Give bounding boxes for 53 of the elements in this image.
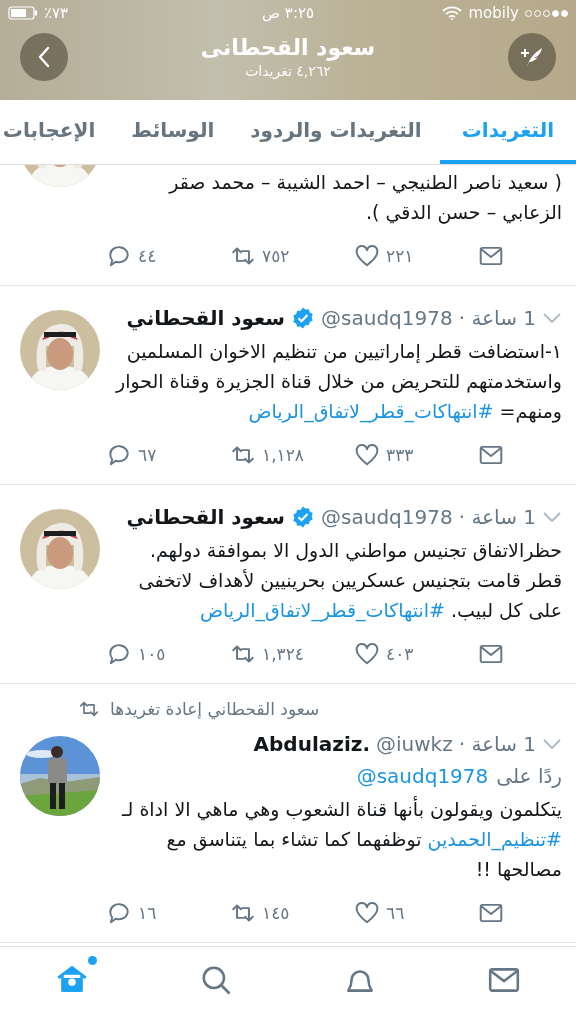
like-button[interactable]: ٣٣٣ [354, 442, 478, 468]
user-handle: @saudq1978 [321, 306, 453, 330]
carrier-name: mobily [468, 4, 519, 22]
user-name: سعود القحطاني [126, 306, 286, 330]
back-button[interactable] [20, 33, 68, 81]
battery-percentage: ٪٧٣ [44, 4, 69, 22]
retweet-button[interactable]: ١٤٥ [230, 900, 354, 926]
mention-link[interactable]: @saudq1978 [356, 764, 489, 788]
tweet-text: يتكلمون ويقولون بأنها قناة الشعوب وهي ماهي الا اداة لـ #تنظيم_الحمدين توظفهما كما تشاء بما يتناسق مع مصالحها !! [120, 795, 562, 883]
like-button[interactable]: ٤٠٣ [354, 641, 478, 667]
heart-icon [354, 243, 380, 269]
retweet-button[interactable]: ٧٥٢ [230, 243, 354, 269]
tweet-text: ١-استضافت قطر إماراتيين من تنظيم الاخوان المسلمين واستخدمتهم للتحريض من خلال قناة الجزيرة وقناة الحوار ومنهم= #انتهاكات_قطر_لاتفاق_الرياض [114, 339, 562, 425]
user-name: سعود القحطاني [126, 505, 286, 529]
heart-icon [354, 442, 380, 468]
reply-button[interactable]: ١٦ [106, 900, 230, 926]
timestamp: 1 ساعة · [458, 505, 536, 529]
tweet-count: ٤,٢٦٢ تغريدات [245, 62, 331, 80]
reply-button[interactable]: ٦٧ [106, 442, 230, 468]
reply-icon [106, 641, 132, 667]
user-handle: @iuwkz [376, 732, 453, 756]
tweet-text: ( سعيد ناصر الطنيجي – احمد الشيبة – محمد صقر الزعابي – حسن الدقي ). [167, 170, 562, 226]
profile-tab[interactable]: الوسائط [113, 100, 233, 164]
timestamp: 1 ساعة · [458, 306, 536, 330]
profile-name: سعود القحطانى [200, 34, 376, 62]
reply-label: ردًا على [496, 764, 562, 788]
reply-icon [106, 243, 132, 269]
reply-icon [106, 900, 132, 926]
retweet-button[interactable]: ١,٣٢٤ [230, 641, 354, 667]
wifi-icon [442, 6, 463, 20]
compose-button[interactable] [508, 33, 556, 81]
hashtag-link[interactable]: #انتهاكات_قطر_لاتفاق_الرياض [248, 400, 494, 422]
profile-tab[interactable]: الإعجابات [0, 100, 114, 164]
profile-tab[interactable]: التغريدات والردود [232, 100, 440, 164]
chevron-left-icon [37, 46, 51, 68]
hashtag-link[interactable]: #انتهاكات_قطر_لاتفاق_الرياض [200, 599, 446, 621]
heart-icon [354, 641, 380, 667]
battery-icon [8, 6, 38, 20]
user-name: Abdulaziz. [253, 732, 370, 756]
retweet-button[interactable]: ١,١٢٨ [230, 442, 354, 468]
hashtag-link[interactable]: #تنظيم_الحمدين [427, 828, 562, 850]
tweet-text: حظرالاتفاق تجنيس مواطني الدول الا بموافقة دولهم. قطر قامت بتجنيس عسكريين بحرينيين لأهداف لاتخفى على كل لبيب. #انتهاكات_قطر_لاتفاق_الرياض [137, 538, 562, 624]
reply-button[interactable]: ١٠٥ [106, 641, 230, 667]
retweet-note: سعود القحطاني إعادة تغريدها [110, 699, 320, 719]
heart-icon [354, 900, 380, 926]
like-button[interactable]: ٦٦ [354, 900, 478, 926]
like-button[interactable]: ٢٢١ [354, 243, 478, 269]
user-handle: @saudq1978 [321, 505, 453, 529]
reply-icon [106, 442, 132, 468]
timestamp: 1 ساعة · [458, 732, 536, 756]
profile-tab[interactable]: التغريدات [439, 100, 576, 164]
reply-button[interactable]: ٤٤ [106, 243, 230, 269]
clock: ٣:٢٥ ص [261, 4, 315, 22]
